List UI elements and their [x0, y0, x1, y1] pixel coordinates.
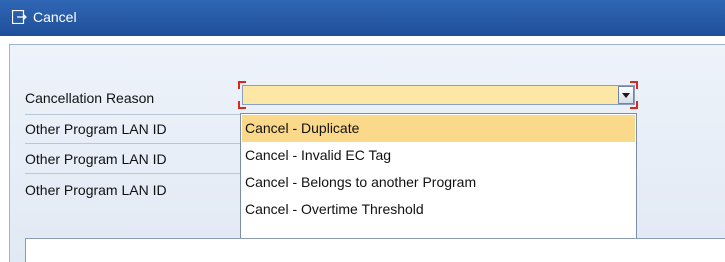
dropdown-option[interactable]: Cancel - Duplicate: [242, 115, 635, 142]
cancellation-reason-input[interactable]: [242, 85, 635, 105]
cancellation-reason-label: Cancellation Reason: [25, 90, 155, 106]
divider: [25, 114, 240, 115]
other-program-lan-id-label-1: Other Program LAN ID: [25, 121, 167, 137]
window-title: Cancel: [33, 9, 77, 25]
exit-doc-icon: [12, 10, 27, 24]
other-program-lan-id-label-3: Other Program LAN ID: [25, 182, 167, 198]
title-bar: Cancel: [0, 0, 725, 36]
dropdown-option[interactable]: Cancel - Invalid EC Tag: [242, 142, 635, 169]
divider: [25, 173, 240, 174]
other-program-lan-id-label-2: Other Program LAN ID: [25, 151, 167, 167]
cancellation-reason-combobox[interactable]: [238, 81, 638, 109]
lower-panel: [25, 238, 725, 262]
dropdown-option[interactable]: Cancel - Belongs to another Program: [242, 169, 635, 196]
divider: [25, 143, 240, 144]
chevron-down-icon[interactable]: [618, 86, 634, 104]
dropdown-option[interactable]: Cancel - Overtime Threshold: [242, 196, 635, 223]
